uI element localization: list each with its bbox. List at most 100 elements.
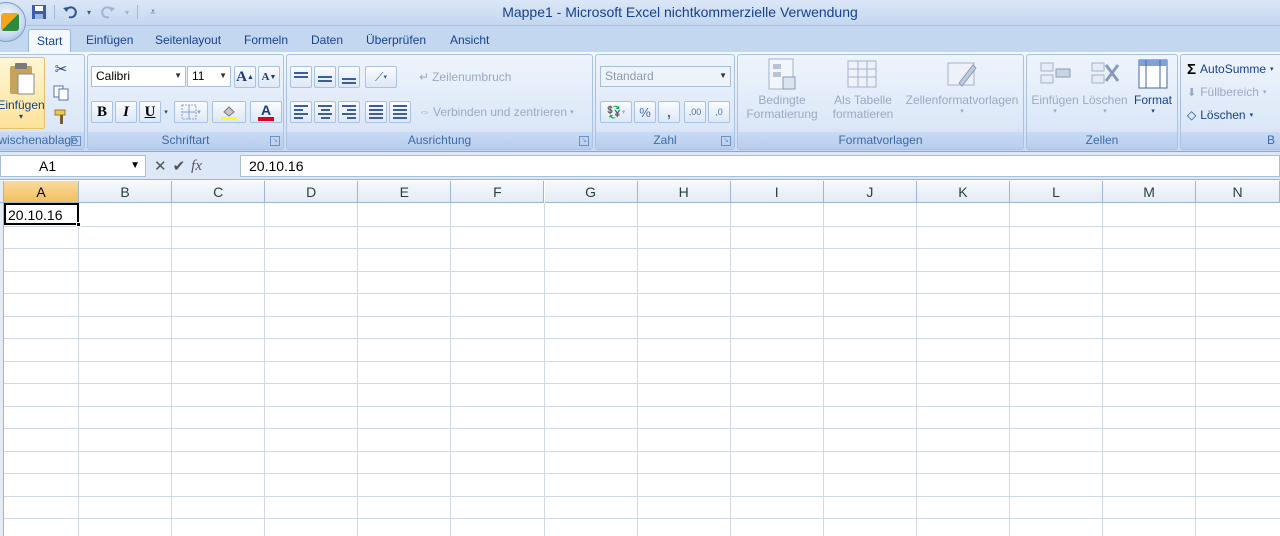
cell-styles-button[interactable]: Zellenformatvorlagen ▾ — [902, 57, 1022, 131]
column-header-n[interactable]: N — [1196, 181, 1280, 203]
tab-ansicht[interactable]: Ansicht — [442, 29, 497, 52]
align-middle-button[interactable] — [314, 66, 336, 88]
column-header-c[interactable]: C — [172, 181, 266, 203]
column-header-m[interactable]: M — [1103, 181, 1197, 203]
wrap-text-button[interactable]: ↵ Zeilenumbruch — [419, 67, 511, 87]
column-header-i[interactable]: I — [730, 181, 824, 203]
tab-start[interactable]: Start — [28, 29, 72, 52]
align-center-button[interactable] — [314, 101, 336, 123]
column-gridline — [1102, 203, 1104, 536]
paste-button[interactable]: Einfügen ▾ — [0, 57, 45, 129]
tab-formeln[interactable]: Formeln — [236, 29, 296, 52]
delete-cells-label: Löschen — [1082, 93, 1128, 107]
format-cells-button[interactable]: Format ▾ — [1129, 57, 1177, 131]
align-bottom-button[interactable] — [338, 66, 360, 88]
merge-center-button[interactable]: ⇔ Verbinden und zentrieren ▾ — [419, 102, 574, 122]
cut-icon[interactable]: ✂ — [51, 59, 71, 79]
insert-function-icon[interactable]: fx — [191, 158, 202, 175]
conditional-formatting-button[interactable]: Bedingte Formatierung — [740, 57, 824, 131]
font-name-combo[interactable]: Calibri ▼ — [91, 66, 186, 87]
underline-dropdown-icon[interactable]: ▾ — [162, 105, 170, 119]
shrink-font-button[interactable]: A ▼ — [258, 66, 280, 88]
group-number: Standard ▼ 💱 ▾ % , ,00 ,0 Zahl ↘ — [595, 54, 735, 150]
confirm-entry-icon[interactable]: ✔ — [173, 157, 186, 175]
active-cell-a1[interactable]: 20.10.16 — [4, 203, 81, 227]
font-color-glyph: A — [260, 101, 272, 118]
column-header-d[interactable]: D — [265, 181, 359, 203]
paste-icon — [10, 63, 35, 95]
column-header-k[interactable]: K — [916, 181, 1010, 203]
fill-bucket-icon — [223, 105, 235, 117]
underline-button[interactable]: U — [139, 101, 161, 123]
format-painter-icon[interactable] — [51, 107, 71, 127]
insert-cells-button[interactable]: Einfügen ▾ — [1029, 57, 1081, 131]
fill-handle[interactable] — [76, 222, 81, 227]
font-size-combo[interactable]: 11 ▼ — [187, 66, 231, 87]
decrease-indent-button[interactable] — [365, 101, 387, 123]
tab-ueberpruefen[interactable]: Überprüfen — [358, 29, 434, 52]
alignment-group-label: Ausrichtung — [287, 132, 592, 149]
clipboard-launcher-icon[interactable]: ↘ — [71, 136, 81, 146]
spreadsheet-grid[interactable]: ABCDEFGHIJKLMN 20.10.16 — [0, 181, 1280, 536]
delete-cells-button[interactable]: Löschen ▾ — [1081, 57, 1129, 131]
row-gridline — [4, 473, 1280, 474]
orientation-button[interactable]: ⟋ ▾ — [365, 66, 397, 88]
increase-indent-button[interactable] — [389, 101, 411, 123]
currency-button[interactable]: 💱 ▾ — [600, 101, 632, 123]
tab-daten[interactable]: Daten — [303, 29, 351, 52]
format-as-table-button[interactable]: Als Tabelle formatieren — [824, 57, 902, 131]
column-header-b[interactable]: B — [79, 181, 173, 203]
window-title: Mappe1 - Microsoft Excel nichtkommerziel… — [502, 4, 858, 20]
tab-seitenlayout[interactable]: Seitenlayout — [147, 29, 229, 52]
align-right-button[interactable] — [338, 101, 360, 123]
row-header-strip[interactable] — [0, 203, 4, 536]
formula-bar: A1 ▼ ✕ ✔ fx 20.10.16 — [0, 152, 1280, 180]
cancel-entry-icon[interactable]: ✕ — [154, 157, 167, 175]
group-alignment: ⟋ ▾ ↵ Zeilenumbruch ⇔ Verbinden und zentrie… — [286, 54, 593, 150]
decrease-decimal-button[interactable]: ,0 — [708, 101, 730, 123]
wrap-text-label: Zeilenumbruch — [432, 70, 512, 84]
column-gridline — [636, 203, 638, 536]
number-format-combo[interactable]: Standard ▼ — [600, 66, 731, 87]
bold-button[interactable]: B — [91, 101, 113, 123]
clear-button[interactable]: ◇ Löschen ▾ — [1187, 105, 1253, 125]
grow-font-button[interactable]: A ▲ — [234, 66, 256, 88]
tab-einfuegen[interactable]: Einfügen — [78, 29, 141, 52]
ribbon: Einfügen ▾ ✂ Zwischenablage ↘ Calibri ▼ 1… — [0, 52, 1280, 152]
number-launcher-icon[interactable]: ↘ — [721, 136, 731, 146]
italic-button[interactable]: I — [115, 101, 137, 123]
copy-icon[interactable] — [51, 83, 71, 103]
comma-button[interactable]: , — [658, 101, 680, 123]
alignment-launcher-icon[interactable]: ↘ — [579, 136, 589, 146]
column-header-a[interactable]: A — [4, 181, 79, 203]
fill-button[interactable]: ⬇ Füllbereich ▾ — [1187, 82, 1266, 102]
font-launcher-icon[interactable]: ↘ — [270, 136, 280, 146]
column-header-l[interactable]: L — [1010, 181, 1104, 203]
row-gridline — [4, 316, 1280, 317]
format-as-table-icon — [847, 60, 877, 88]
number-format-value: Standard — [605, 69, 654, 83]
borders-button[interactable]: ▾ — [174, 101, 208, 123]
column-gridline — [78, 203, 79, 536]
name-box[interactable]: A1 ▼ — [0, 155, 146, 177]
column-header-g[interactable]: G — [544, 181, 638, 203]
column-header-j[interactable]: J — [823, 181, 917, 203]
fill-color-button[interactable] — [212, 101, 246, 123]
column-header-f[interactable]: F — [451, 181, 545, 203]
align-top-button[interactable] — [290, 66, 312, 88]
chevron-down-icon[interactable]: ▼ — [130, 160, 140, 171]
align-left-button[interactable] — [290, 101, 312, 123]
chevron-down-icon: ▼ — [174, 71, 182, 80]
cells-group-label: Zellen — [1027, 132, 1177, 149]
increase-decimal-button[interactable]: ,00 — [684, 101, 706, 123]
autosum-button[interactable]: Σ AutoSumme ▾ — [1187, 59, 1274, 79]
column-header-h[interactable]: H — [637, 181, 731, 203]
insert-cells-icon — [1040, 62, 1071, 84]
formula-buttons: ✕ ✔ fx — [148, 155, 240, 177]
column-gridline — [915, 203, 917, 536]
percent-button[interactable]: % — [634, 101, 656, 123]
column-header-e[interactable]: E — [358, 181, 452, 203]
formula-input[interactable]: 20.10.16 — [240, 155, 1280, 177]
row-gridline — [4, 293, 1280, 294]
font-color-button[interactable]: A — [250, 101, 282, 123]
